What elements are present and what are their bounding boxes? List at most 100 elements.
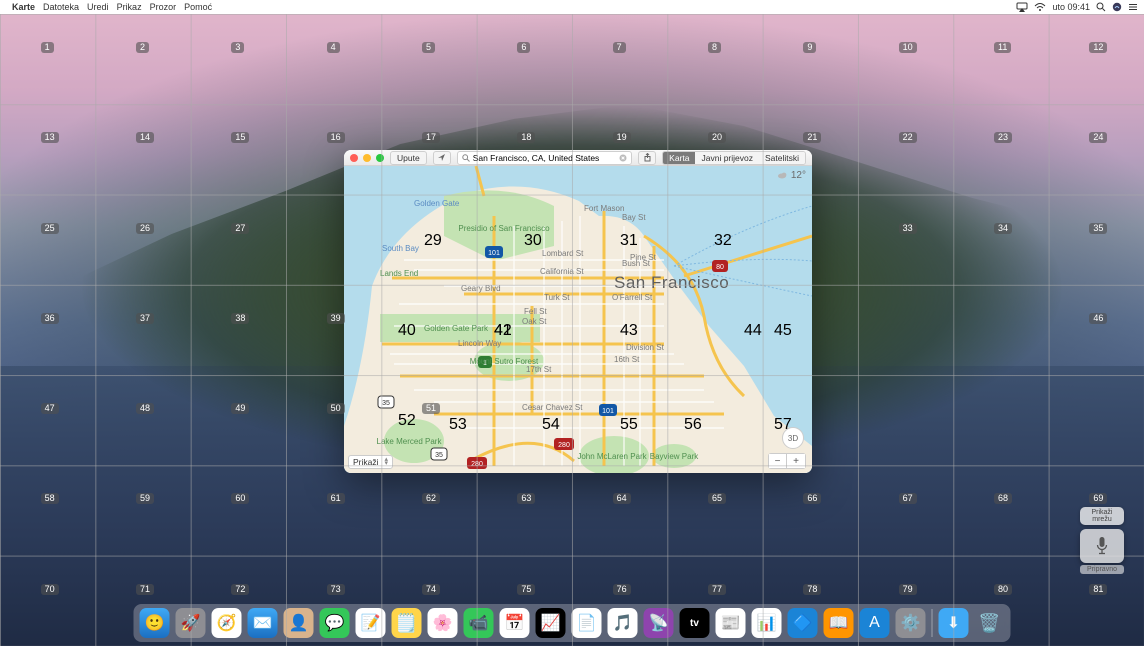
grid-cell-32: 32 — [714, 232, 732, 250]
dock-numbers[interactable]: 📊 — [752, 608, 782, 638]
zoom-button[interactable] — [376, 154, 384, 162]
svg-text:35: 35 — [382, 400, 390, 407]
svg-text:John McLaren Park: John McLaren Park — [577, 452, 647, 461]
zoom-in-button[interactable]: + — [787, 454, 805, 468]
grid-cell-56: 56 — [684, 416, 702, 434]
svg-text:280: 280 — [558, 442, 570, 449]
dock-music[interactable]: 🎵 — [608, 608, 638, 638]
dock-books[interactable]: 📖 — [824, 608, 854, 638]
svg-text:Golden Gate: Golden Gate — [414, 199, 460, 208]
dock-separator — [932, 609, 933, 637]
svg-text:O'Farrell St: O'Farrell St — [612, 293, 653, 302]
svg-text:Fell St: Fell St — [524, 307, 547, 316]
map-weather: 12° — [777, 170, 806, 181]
map-mode-standard[interactable]: Karta — [663, 152, 695, 164]
map-zoom-control: − + — [768, 453, 806, 469]
svg-text:101: 101 — [488, 250, 500, 257]
chevron-updown-icon: ▴▾ — [385, 458, 389, 466]
dock-pages[interactable]: 📄 — [572, 608, 602, 638]
svg-text:80: 80 — [716, 264, 724, 271]
dock-podcasts[interactable]: 📡 — [644, 608, 674, 638]
map-mode-segmented: Karta Javni prijevoz Satelitski — [662, 151, 806, 165]
svg-text:16th St: 16th St — [614, 355, 640, 364]
svg-text:Lake Merced Park: Lake Merced Park — [377, 437, 443, 446]
airplay-icon[interactable] — [1016, 2, 1028, 12]
dock-keynote[interactable]: 🔷 — [788, 608, 818, 638]
grid-cell-43: 43 — [620, 322, 638, 340]
dock-trash[interactable]: 🗑️ — [975, 608, 1005, 638]
map-canvas[interactable]: 1 101 101 80 280 280 35 35 San Francisco… — [344, 166, 812, 473]
svg-text:Bay St: Bay St — [622, 213, 646, 222]
menubar: Karte Datoteka Uredi Prikaz Prozor Pomoć uto… — [0, 0, 1144, 14]
map-mode-satellite[interactable]: Satelitski — [759, 152, 805, 164]
current-location-button[interactable] — [433, 151, 451, 165]
map-show-dropdown[interactable]: Prikaži ▴▾ — [348, 455, 393, 469]
svg-text:Cesar Chavez St: Cesar Chavez St — [522, 403, 583, 412]
cloud-icon — [777, 170, 788, 181]
search-field[interactable] — [457, 151, 632, 165]
svg-text:101: 101 — [602, 408, 614, 415]
menubar-item-prikaz[interactable]: Prikaz — [117, 2, 142, 12]
svg-text:Turk St: Turk St — [544, 293, 570, 302]
grid-cell-45: 45 — [774, 322, 792, 340]
menubar-clock[interactable]: uto 09:41 — [1052, 2, 1090, 12]
dock-settings[interactable]: ⚙️ — [896, 608, 926, 638]
grid-cell-29: 29 — [424, 232, 442, 250]
directions-button[interactable]: Upute — [390, 151, 427, 165]
svg-text:Golden Gate Park: Golden Gate Park — [424, 324, 489, 333]
menubar-item-pomoć[interactable]: Pomoć — [184, 2, 212, 12]
notification-center-icon[interactable] — [1128, 2, 1138, 12]
close-button[interactable] — [350, 154, 358, 162]
svg-text:Oak St: Oak St — [522, 317, 547, 326]
dock-downloads[interactable]: ⬇︎ — [939, 608, 969, 638]
wifi-icon[interactable] — [1034, 2, 1046, 12]
dock-mail[interactable]: ✉️ — [248, 608, 278, 638]
svg-text:Division St: Division St — [626, 343, 665, 352]
dock-launchpad[interactable]: 🚀 — [176, 608, 206, 638]
grid-cell-55: 55 — [620, 416, 638, 434]
minimize-button[interactable] — [363, 154, 371, 162]
siri-icon[interactable] — [1112, 2, 1122, 12]
voice-control-status: Pripravno — [1080, 565, 1124, 574]
svg-text:17th St: 17th St — [526, 365, 552, 374]
menubar-item-uredi[interactable]: Uredi — [87, 2, 109, 12]
grid-cell-57: 57 — [774, 416, 792, 434]
dock-safari[interactable]: 🧭 — [212, 608, 242, 638]
grid-cell-54: 54 — [542, 416, 560, 434]
spotlight-icon[interactable] — [1096, 2, 1106, 12]
dock-appstore[interactable]: A — [860, 608, 890, 638]
map-mode-transit[interactable]: Javni prijevoz — [695, 152, 759, 164]
svg-text:Pine St: Pine St — [630, 253, 657, 262]
dock-notes[interactable]: 🗒️ — [392, 608, 422, 638]
clear-search-icon[interactable] — [619, 154, 627, 162]
svg-text:Lincoln Way: Lincoln Way — [458, 339, 501, 348]
zoom-out-button[interactable]: − — [769, 454, 787, 468]
grid-cell-44: 44 — [744, 322, 762, 340]
dock-news[interactable]: 📰 — [716, 608, 746, 638]
dock: 🙂🚀🧭✉️👤💬📝🗒️🌸📹📅📈📄🎵📡tv📰📊🔷📖A⚙️ ⬇︎🗑️ — [134, 604, 1011, 642]
dock-photos[interactable]: 🌸 — [428, 608, 458, 638]
dock-messages[interactable]: 💬 — [320, 608, 350, 638]
svg-text:35: 35 — [435, 452, 443, 459]
svg-text:Bayview Park: Bayview Park — [650, 452, 699, 461]
dock-finder[interactable]: 🙂 — [140, 608, 170, 638]
grid-cell-31: 31 — [620, 232, 638, 250]
menubar-app-name[interactable]: Karte — [12, 2, 35, 12]
share-button[interactable] — [638, 151, 656, 165]
grid-cell-52: 52 — [398, 412, 416, 430]
dock-reminders[interactable]: 📝 — [356, 608, 386, 638]
dock-tv[interactable]: tv — [680, 608, 710, 638]
voice-control-mic-button[interactable] — [1080, 529, 1124, 563]
microphone-icon — [1095, 536, 1109, 556]
search-input[interactable] — [473, 153, 616, 163]
dock-stocks[interactable]: 📈 — [536, 608, 566, 638]
svg-text:Mount Sutro Forest: Mount Sutro Forest — [470, 357, 539, 366]
menubar-item-datoteka[interactable]: Datoteka — [43, 2, 79, 12]
menubar-item-prozor[interactable]: Prozor — [150, 2, 177, 12]
svg-text:South Bay: South Bay — [382, 244, 419, 253]
voice-control-tooltip: Prikaži mrežu — [1080, 507, 1124, 525]
dock-contacts[interactable]: 👤 — [284, 608, 314, 638]
dock-calendar[interactable]: 📅 — [500, 608, 530, 638]
dock-facetime[interactable]: 📹 — [464, 608, 494, 638]
grid-cell-42: 42 — [494, 322, 512, 340]
